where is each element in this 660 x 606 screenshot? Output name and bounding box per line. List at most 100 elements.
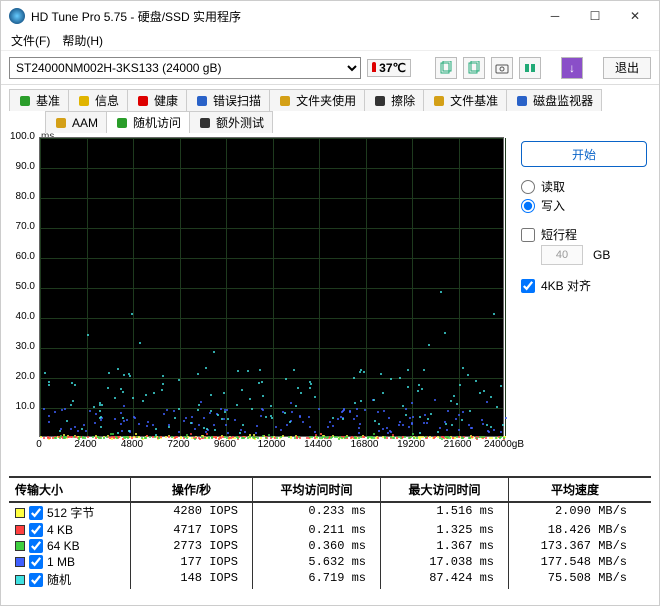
data-point — [282, 435, 284, 437]
data-point — [129, 375, 131, 377]
data-point — [70, 436, 72, 438]
maximize-button[interactable]: ☐ — [575, 3, 615, 29]
data-point — [329, 421, 331, 423]
tab-文件基准[interactable]: 文件基准 — [423, 89, 507, 111]
data-point — [488, 431, 490, 433]
data-point — [453, 395, 455, 397]
data-point — [61, 409, 63, 411]
data-point — [213, 351, 215, 353]
write-label: 写入 — [541, 197, 565, 214]
app-window: HD Tune Pro 5.75 - 硬盘/SSD 实用程序 ─ ☐ ✕ 文件(… — [0, 0, 660, 606]
toolbar: ST24000NM002H-3KS133 (24000 gB) 37℃ ↓ 退出 — [1, 51, 659, 85]
shortrun-row[interactable]: 短行程 — [521, 225, 647, 244]
shortrun-checkbox[interactable] — [521, 228, 535, 242]
data-point — [87, 436, 89, 438]
data-point — [117, 368, 119, 370]
read-radio-row[interactable]: 读取 — [521, 177, 647, 196]
data-point — [437, 431, 439, 433]
write-radio[interactable] — [521, 199, 535, 213]
tab-磁盘监视器[interactable]: 磁盘监视器 — [506, 89, 602, 111]
tab-基准[interactable]: 基准 — [9, 89, 69, 111]
tabs: 基准信息健康错误扫描文件夹使用擦除文件基准磁盘监视器 AAM随机访问额外测试 — [9, 89, 651, 133]
write-radio-row[interactable]: 写入 — [521, 196, 647, 215]
shortrun-label: 短行程 — [541, 226, 577, 243]
tab-健康[interactable]: 健康 — [127, 89, 187, 111]
data-point — [387, 432, 389, 434]
table-header: 传输大小 操作/秒 平均访问时间 最大访问时间 平均速度 — [9, 478, 651, 503]
start-button[interactable]: 开始 — [521, 141, 647, 167]
erase-icon — [373, 94, 387, 108]
data-point — [380, 373, 382, 375]
data-point — [360, 400, 362, 402]
save-button[interactable]: ↓ — [561, 57, 583, 79]
data-point — [424, 414, 426, 416]
data-point — [168, 436, 170, 438]
data-point — [244, 431, 246, 433]
align4k-row[interactable]: 4KB 对齐 — [521, 276, 647, 295]
data-point — [383, 410, 385, 412]
tab-AAM[interactable]: AAM — [45, 111, 107, 133]
data-point — [309, 426, 311, 428]
data-point — [173, 410, 175, 412]
data-point — [360, 436, 362, 438]
menu-file[interactable]: 文件(F) — [7, 31, 54, 50]
menu-help[interactable]: 帮助(H) — [58, 31, 107, 50]
data-point — [284, 412, 286, 414]
close-button[interactable]: ✕ — [615, 3, 655, 29]
data-point — [237, 370, 239, 372]
data-point — [70, 428, 72, 430]
data-point — [444, 332, 446, 334]
data-point — [165, 436, 167, 438]
screenshot-button[interactable] — [491, 57, 513, 79]
series-checkbox[interactable] — [29, 506, 43, 520]
chart-canvas — [39, 137, 504, 437]
data-point — [505, 417, 507, 419]
data-point — [54, 411, 56, 413]
minimize-button[interactable]: ─ — [535, 3, 575, 29]
tab-随机访问[interactable]: 随机访问 — [106, 111, 190, 133]
tab-错误扫描[interactable]: 错误扫描 — [186, 89, 270, 111]
tab-擦除[interactable]: 擦除 — [364, 89, 424, 111]
data-point — [265, 416, 267, 418]
window-title: HD Tune Pro 5.75 - 硬盘/SSD 实用程序 — [31, 8, 535, 25]
tab-额外测试[interactable]: 额外测试 — [189, 111, 273, 133]
data-point — [123, 374, 125, 376]
series-checkbox[interactable] — [29, 555, 43, 569]
shortrun-input[interactable] — [541, 245, 583, 265]
data-point — [445, 423, 447, 425]
series-swatch — [15, 508, 25, 518]
data-point — [251, 408, 253, 410]
data-point — [128, 430, 130, 432]
copy-text-button[interactable] — [463, 57, 485, 79]
data-point — [134, 417, 136, 419]
data-point — [373, 399, 375, 401]
exit-button[interactable]: 退出 — [603, 57, 651, 79]
data-point — [341, 411, 343, 413]
data-point — [131, 313, 133, 315]
align4k-checkbox[interactable] — [521, 279, 535, 293]
data-point — [459, 384, 461, 386]
options-button[interactable] — [519, 57, 541, 79]
data-point — [249, 436, 251, 438]
data-point — [402, 405, 404, 407]
table-row: 4 KB 4717 IOPS 0.211 ms 1.325 ms 18.426 … — [9, 522, 651, 538]
data-point — [135, 433, 137, 435]
drive-select[interactable]: ST24000NM002H-3KS133 (24000 gB) — [9, 57, 361, 79]
data-point — [152, 424, 154, 426]
tab-信息[interactable]: 信息 — [68, 89, 128, 111]
app-icon — [9, 8, 25, 24]
data-point — [232, 436, 234, 438]
series-checkbox[interactable] — [29, 539, 43, 553]
read-radio[interactable] — [521, 180, 535, 194]
data-point — [224, 411, 226, 413]
data-point — [121, 430, 123, 432]
series-checkbox[interactable] — [29, 523, 43, 537]
tab-文件夹使用[interactable]: 文件夹使用 — [269, 89, 365, 111]
copy-button[interactable] — [435, 57, 457, 79]
th-size: 传输大小 — [9, 478, 131, 501]
table-row: 1 MB 177 IOPS 5.632 ms 17.038 ms 177.548… — [9, 554, 651, 570]
series-checkbox[interactable] — [29, 573, 43, 587]
data-point — [43, 408, 45, 410]
data-point — [93, 406, 95, 408]
series-swatch — [15, 575, 25, 585]
